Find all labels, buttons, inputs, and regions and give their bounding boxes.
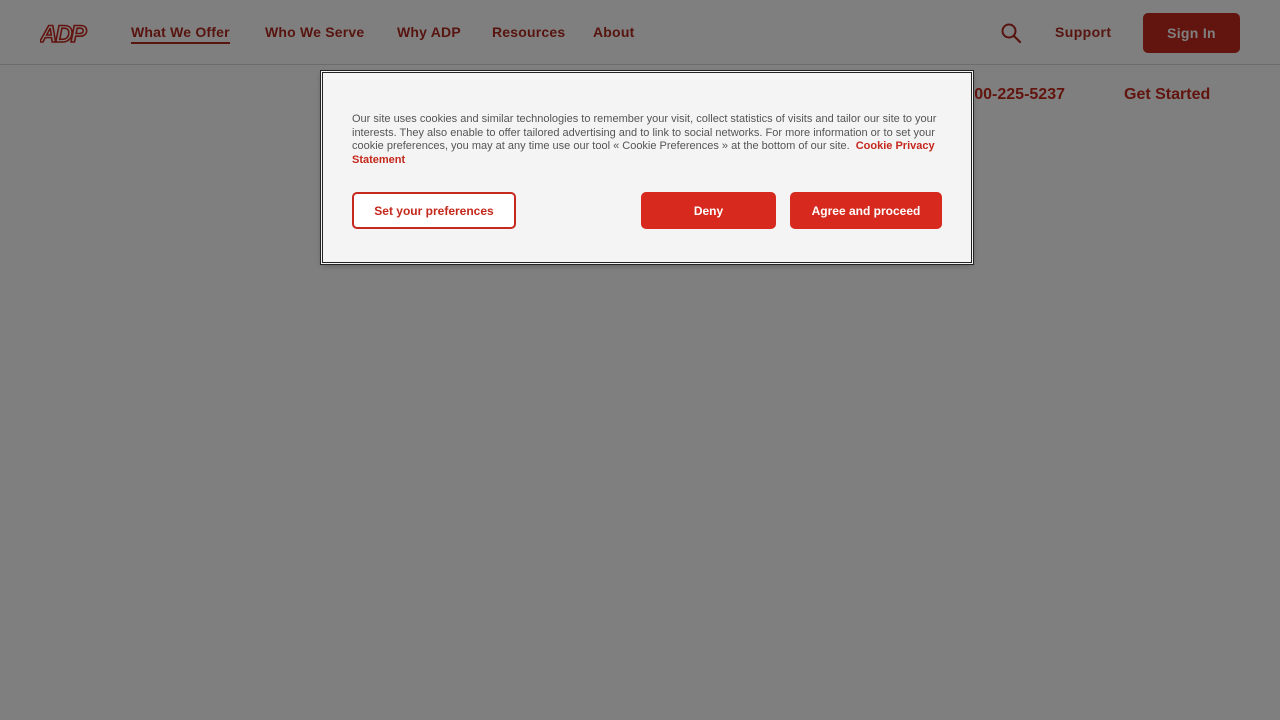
cookie-banner: Our site uses cookies and similar techno… bbox=[321, 71, 973, 264]
cookie-text: Our site uses cookies and similar techno… bbox=[352, 113, 944, 167]
cookie-message: Our site uses cookies and similar techno… bbox=[352, 113, 937, 152]
set-preferences-button[interactable]: Set your preferences bbox=[352, 192, 516, 229]
agree-button[interactable]: Agree and proceed bbox=[790, 192, 942, 229]
deny-button[interactable]: Deny bbox=[641, 192, 776, 229]
